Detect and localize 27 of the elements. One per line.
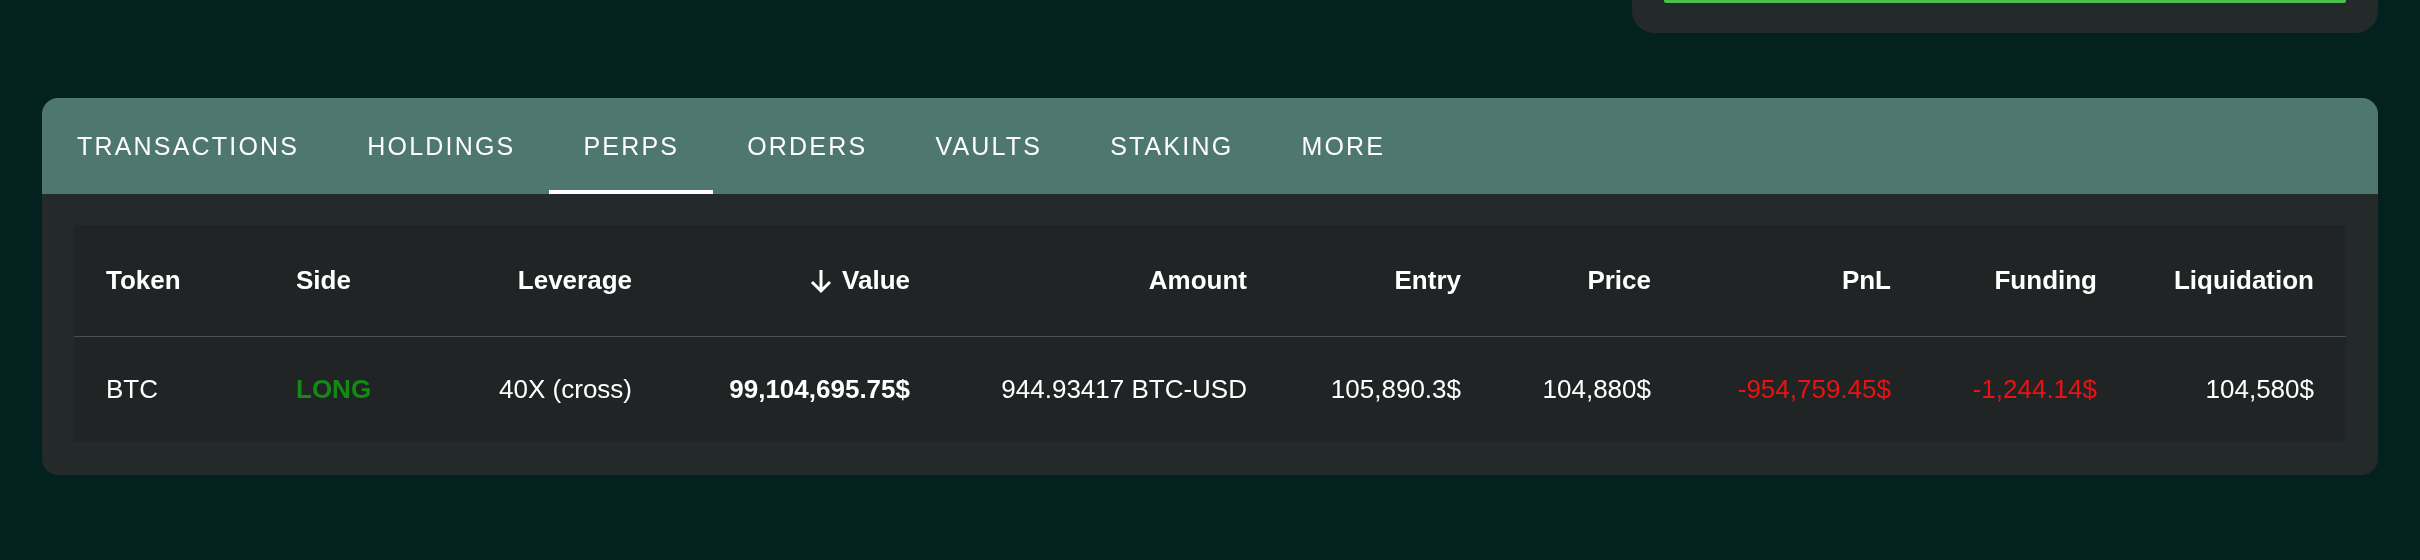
table-cell-text: 944.93417 BTC-USD (1000, 374, 1247, 405)
table-cell-text: 104,880$ (1541, 374, 1651, 405)
column-header[interactable]: PnL (1841, 265, 1891, 296)
table-cell-text: LONG (296, 374, 373, 405)
table-cell-text: 104,580$ (2204, 374, 2314, 405)
tab[interactable]: PERPS (549, 98, 714, 194)
column-header[interactable]: Amount (1148, 265, 1247, 296)
tab[interactable]: HOLDINGS (333, 98, 550, 194)
tab[interactable]: MORE (1267, 98, 1420, 194)
tab[interactable]: TRANSACTIONS (43, 98, 334, 194)
table-cell-text: BTC (106, 374, 159, 405)
column-header[interactable]: Leverage (517, 265, 632, 296)
column-header[interactable]: Price (1587, 265, 1651, 296)
column-header[interactable]: Value (842, 265, 910, 296)
table-cell-text: 40X (cross) (498, 374, 632, 405)
column-header[interactable]: Funding (1994, 265, 2097, 296)
column-header[interactable]: Entry (1394, 265, 1461, 296)
table-cell-text: 99,104,695.75$ (728, 374, 910, 405)
table-cell-text: 105,890.3$ (1329, 374, 1461, 405)
tab[interactable]: ORDERS (713, 98, 902, 194)
column-header[interactable]: Liquidation (2173, 265, 2314, 296)
table-cell-text: -1,244.14$ (1971, 374, 2097, 405)
table-cell-text: -954,759.45$ (1736, 374, 1891, 405)
column-header[interactable]: Token (106, 265, 181, 296)
tab[interactable]: STAKING (1076, 98, 1268, 194)
tab[interactable]: VAULTS (901, 98, 1077, 194)
column-header[interactable]: Side (296, 265, 351, 296)
